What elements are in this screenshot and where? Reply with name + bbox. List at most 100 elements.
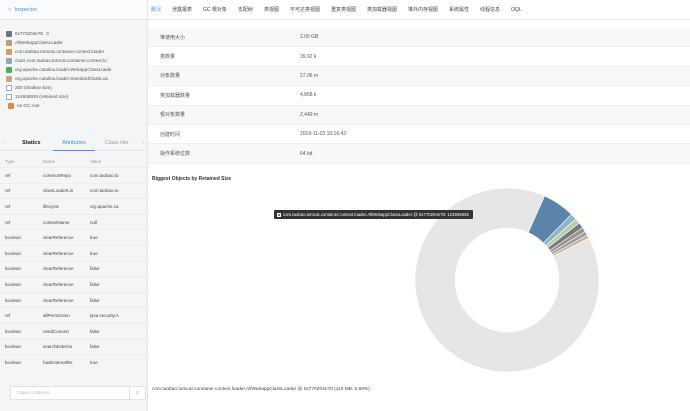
- cell-value: com.taobao.to: [90, 172, 119, 178]
- table-row[interactable]: boolean hasExternalRe true: [0, 354, 148, 370]
- inspector-header: ○ Inspector: [0, 0, 147, 20]
- cell-type: ref: [5, 172, 11, 178]
- main-nav: 概况 泄露报表 GC 根对象 支配树 类视图 不可达类视图 重复类视图 类加载器视图 堆外内存视…: [148, 0, 690, 20]
- inspector-panel: ○ Inspector 0x770204e78 ⧉ AllWebappClass…: [0, 0, 148, 411]
- package-icon: [6, 75, 12, 82]
- column-header-name: Name: [43, 159, 56, 164]
- nav-tab-9[interactable]: 系统属性: [446, 0, 477, 20]
- cell-type: boolean: [5, 359, 22, 365]
- cell-type: boolean: [5, 297, 22, 303]
- object-info-text: org.apache.catalina.loader.WebappClassLo…: [15, 67, 112, 72]
- cell-name: hasExternalRe: [43, 359, 73, 365]
- object-info-text: org.apache.catalina.loader.StandardClass…: [15, 76, 108, 81]
- nav-tab-2[interactable]: GC 根对象: [200, 0, 235, 20]
- biggest-objects-chart: com.taobao.tomcat.container.context.load…: [148, 185, 690, 381]
- nav-tab-4[interactable]: 类视图: [261, 0, 287, 20]
- nav-tab-5[interactable]: 不可达类视图: [287, 0, 328, 20]
- object-info-row: org.apache.catalina.loader.StandardClass…: [6, 74, 141, 83]
- nav-tab-8[interactable]: 堆外内存视图: [405, 0, 446, 20]
- cell-name: contextName: [43, 219, 70, 225]
- cell-value: org.apache.ca: [90, 203, 119, 209]
- object-info-row: class com.taobao.tomcat.container.contex…: [6, 56, 141, 65]
- nav-tab-11[interactable]: OQL: [508, 0, 530, 20]
- cell-value: false: [90, 266, 100, 272]
- table-row[interactable]: ref classLoaderLis com.taobao.to: [0, 182, 148, 199]
- tab-statics[interactable]: Statics: [10, 135, 53, 151]
- inspector-title: Inspector: [14, 6, 38, 13]
- object-address-input[interactable]: [11, 387, 129, 399]
- cell-value: false: [90, 344, 100, 350]
- cell-name: clearReference: [43, 250, 74, 256]
- search-button[interactable]: ⌕: [129, 387, 145, 399]
- cell-name: allPermission: [43, 313, 70, 319]
- summary-row: 对象数量 27.06 m: [148, 66, 690, 87]
- column-header-value: Value: [90, 159, 102, 164]
- object-info-text: com.taobao.tomcat.container.context.load…: [15, 49, 105, 54]
- object-info-row: AllWebappClassLoader: [6, 38, 141, 47]
- summary-row: 根对象数量 2,449 m: [148, 105, 690, 125]
- class-icon: [6, 39, 12, 46]
- chart-tooltip: com.taobao.tomcat.container.context.load…: [274, 210, 473, 219]
- table-row[interactable]: boolean clearReference true: [0, 244, 148, 261]
- object-address-search: ⌕: [10, 386, 146, 400]
- column-header-type: Type: [5, 159, 15, 164]
- table-row[interactable]: boolean needConvert false: [0, 322, 148, 339]
- tooltip-text: com.taobao.tomcat.container.context.load…: [283, 212, 469, 217]
- gc-root-icon: [8, 102, 14, 109]
- cell-name: classLoaderLis: [43, 188, 74, 194]
- object-info-list: 0x770204e78 ⧉ AllWebappClassLoader com.t…: [0, 20, 147, 110]
- table-row[interactable]: boolean searchExterna false: [0, 338, 148, 355]
- cell-type: boolean: [5, 235, 22, 241]
- inspector-tabs: ‹ Statics Attributes Class Hie ›: [0, 135, 148, 151]
- table-row[interactable]: ref commonRepo com.taobao.to: [0, 167, 148, 183]
- number-icon: [6, 84, 12, 91]
- table-header: Type Name Value: [0, 156, 148, 167]
- number-icon: [6, 93, 12, 100]
- table-row[interactable]: boolean clearReference false: [0, 260, 148, 277]
- table-row[interactable]: boolean clearReference true: [0, 229, 148, 245]
- summary-value: 64 bit: [300, 150, 313, 157]
- summary-value: 2019-11-03 10:16:42: [300, 131, 347, 138]
- summary-value: 2.05 GB: [300, 34, 319, 41]
- nav-tab-3[interactable]: 支配树: [235, 0, 261, 20]
- summary-label: 类加载器数量: [160, 92, 191, 99]
- cell-value: true: [90, 359, 98, 365]
- cell-value: com.taobao.to: [90, 188, 119, 194]
- table-row[interactable]: ref allPermission java.security.A: [0, 307, 148, 323]
- cell-type: ref: [5, 219, 11, 225]
- green-class-icon: [6, 66, 12, 73]
- cell-type: ref: [5, 203, 11, 209]
- chevron-right-icon[interactable]: ›: [138, 140, 148, 146]
- cell-value: false: [90, 281, 100, 287]
- summary-row: 类加载器数量 4,868 k: [148, 86, 690, 106]
- cell-type: ref: [5, 313, 11, 319]
- cell-type: boolean: [5, 344, 22, 350]
- object-address-row[interactable]: 0x770204e78 ⧉: [6, 29, 141, 38]
- table-row[interactable]: ref lifecycle org.apache.ca: [0, 198, 148, 214]
- attributes-table: Type Name Value ref commonRepo com.taobao.…: [0, 156, 148, 370]
- table-row[interactable]: boolean clearReference false: [0, 291, 148, 308]
- object-info-text: class com.taobao.tomcat.container.contex…: [15, 58, 107, 63]
- cell-name: clearReference: [43, 235, 74, 241]
- tab-attributes[interactable]: Attributes: [52, 135, 96, 151]
- summary-label: 堆使用大小: [160, 34, 186, 41]
- class-file-icon: [6, 57, 12, 64]
- summary-row: 操作系统位数 64 bit: [148, 144, 690, 164]
- chevron-left-icon[interactable]: ‹: [0, 140, 10, 146]
- nav-tab-1[interactable]: 泄露报表: [169, 0, 200, 20]
- nav-tab-0[interactable]: 概况: [148, 0, 169, 20]
- tab-class-hierarchy[interactable]: Class Hie: [95, 135, 138, 151]
- copy-icon[interactable]: ⧉: [46, 31, 49, 36]
- table-row[interactable]: ref contextName null: [0, 213, 148, 230]
- tooltip-swatch: [277, 212, 281, 217]
- summary-label: 对象数量: [160, 73, 181, 80]
- cell-name: lifecycle: [43, 203, 60, 209]
- nav-tab-10[interactable]: 线程信息: [477, 0, 508, 20]
- nav-tab-6[interactable]: 重复类视图: [328, 0, 364, 20]
- cell-name: needConvert: [43, 328, 69, 334]
- summary-row: 类数量 39.92 k: [148, 47, 690, 67]
- table-row[interactable]: boolean clearReference false: [0, 276, 148, 292]
- summary-label: 类数量: [160, 54, 176, 61]
- cell-type: boolean: [5, 281, 22, 287]
- nav-tab-7[interactable]: 类加载器视图: [364, 0, 405, 20]
